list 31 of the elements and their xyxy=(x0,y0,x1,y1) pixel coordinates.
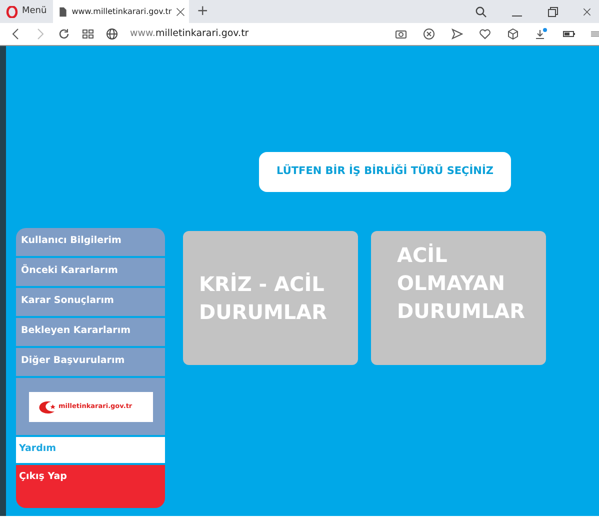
cube-icon[interactable] xyxy=(507,28,519,40)
address-field[interactable]: www.milletinkarari.gov.tr xyxy=(130,26,249,42)
sidebar-item[interactable]: Önceki Kararlarım xyxy=(16,258,165,286)
new-tab-button[interactable]: + xyxy=(188,0,216,23)
opera-logo-icon xyxy=(6,6,18,18)
sidebar-item[interactable]: Diğer Başvurularım xyxy=(16,348,165,376)
close-tab-icon[interactable] xyxy=(176,6,185,18)
page-heading: LÜTFEN BİR İŞ BİRLİĞİ TÜRÜ SEÇİNİZ xyxy=(276,164,494,180)
browser-tab[interactable]: www.milletinkarari.gov.tr xyxy=(52,0,189,23)
globe-icon xyxy=(106,28,118,40)
sidebar-item[interactable]: Bekleyen Kararlarım xyxy=(16,318,165,346)
logout-button[interactable]: Çıkış Yap xyxy=(16,465,165,508)
category-button[interactable]: ACİL OLMAYAN DURUMLAR xyxy=(371,231,546,365)
download-icon[interactable] xyxy=(535,28,547,40)
sidebar-item[interactable]: Karar Sonuçlarım xyxy=(16,288,165,316)
send-icon[interactable] xyxy=(451,28,463,40)
battery-icon[interactable] xyxy=(563,28,575,40)
menu-label: Menü xyxy=(22,4,47,18)
category-button[interactable]: KRİZ - ACİL DURUMLAR xyxy=(183,231,358,365)
heart-icon[interactable] xyxy=(479,28,491,40)
help-link[interactable]: Yardım xyxy=(16,437,165,463)
grid-icon[interactable] xyxy=(82,28,94,40)
reload-icon[interactable] xyxy=(58,28,70,40)
menu-button[interactable]: Menü xyxy=(0,0,53,23)
camera-icon[interactable] xyxy=(395,28,407,40)
close-icon[interactable] xyxy=(583,6,591,18)
block-icon[interactable] xyxy=(423,28,435,40)
restore-icon[interactable] xyxy=(547,6,559,18)
document-icon xyxy=(58,6,68,18)
sidebar-item[interactable]: Kullanıcı Bilgilerim xyxy=(16,228,165,256)
search-icon[interactable] xyxy=(475,6,487,18)
